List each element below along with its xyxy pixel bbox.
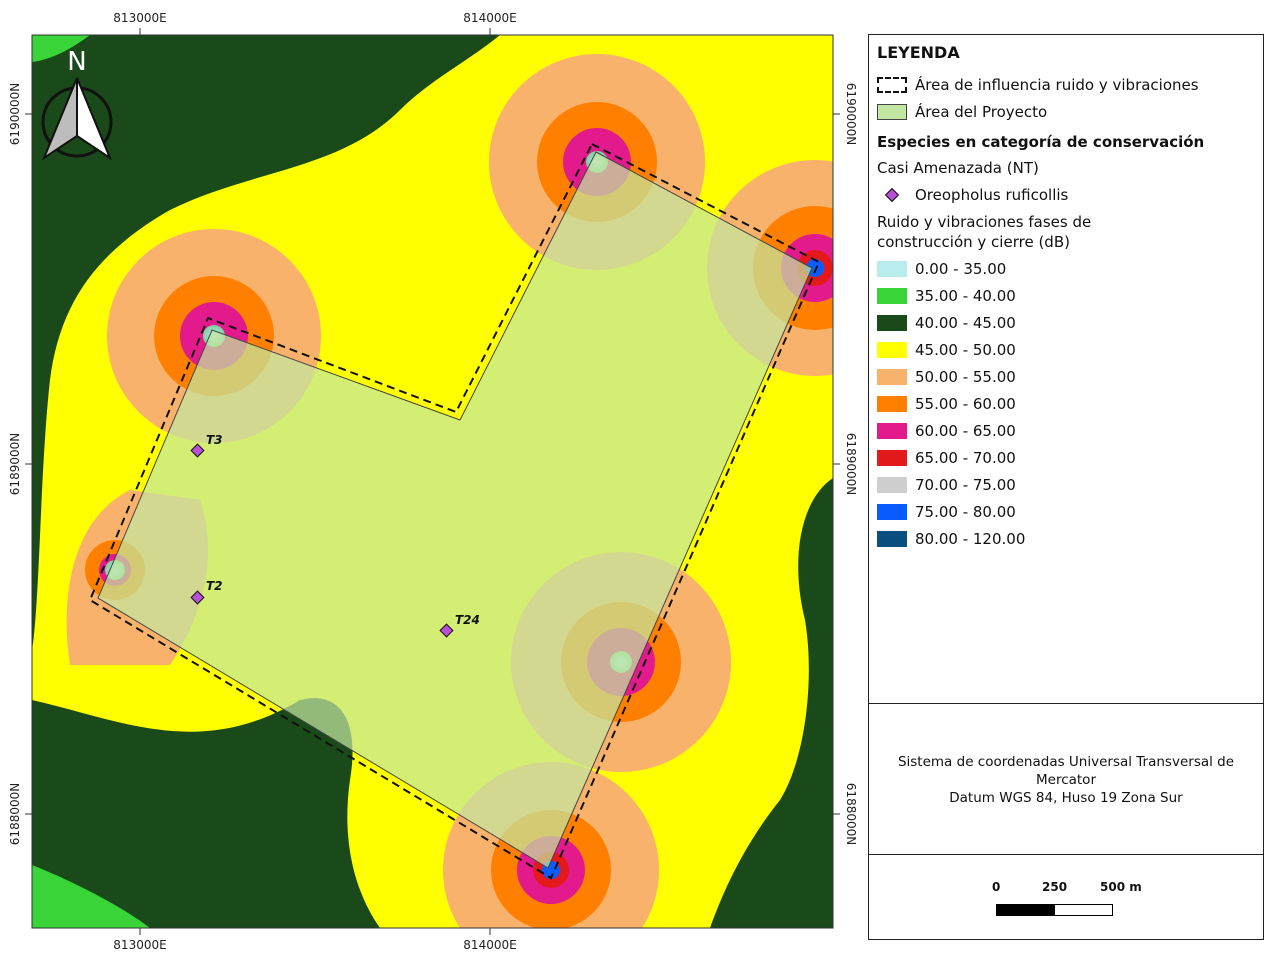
- legend-label: Oreopholus ruficollis: [915, 185, 1069, 204]
- class-swatch: [877, 503, 907, 520]
- north-label: N: [67, 47, 86, 77]
- x-tick-label: 814000E: [463, 11, 516, 25]
- legend-item-noise-class: 35.00 - 40.00: [877, 282, 1255, 309]
- legend-label: Área de influencia ruido y vibraciones: [915, 75, 1199, 94]
- crs-info: Sistema de coordenadas Universal Transve…: [869, 703, 1263, 855]
- class-swatch: [877, 449, 907, 466]
- legend-label: 40.00 - 45.00: [915, 313, 1016, 332]
- legend-item-noise-class: 75.00 - 80.00: [877, 498, 1255, 525]
- class-swatch: [877, 530, 907, 547]
- point-label: T2: [206, 579, 223, 593]
- legend-item-noise-class: 55.00 - 60.00: [877, 390, 1255, 417]
- noise-raster: [32, 35, 833, 928]
- noise-heading: Ruido y vibraciones fases de construcció…: [877, 213, 1092, 251]
- dashed-box-icon: [877, 76, 907, 93]
- crs-line: Datum WGS 84, Huso 19 Zona Sur: [949, 789, 1183, 806]
- legend-item-noise-class: 0.00 - 35.00: [877, 255, 1255, 282]
- legend-item-influence: Área de influencia ruido y vibraciones: [877, 71, 1255, 98]
- legend-item-noise-class: 80.00 - 120.00: [877, 525, 1255, 552]
- noise-map[interactable]: 813000E 814000E 813000E 814000E 6190000N…: [0, 0, 860, 960]
- legend-item-noise-class: 45.00 - 50.00: [877, 336, 1255, 363]
- legend-item-noise-class: 40.00 - 45.00: [877, 309, 1255, 336]
- class-swatch: [877, 341, 907, 358]
- scalebar-label: 250: [1042, 880, 1068, 894]
- x-tick-label: 813000E: [113, 938, 166, 952]
- scalebar: 0 250 500 m: [869, 854, 1263, 940]
- species-heading: Especies en categoría de conservación: [877, 133, 1205, 151]
- legend-label: 75.00 - 80.00: [915, 502, 1016, 521]
- legend-label: 50.00 - 55.00: [915, 367, 1016, 386]
- class-swatch: [877, 476, 907, 493]
- legend: LEYENDA Área de influencia ruido y vibra…: [869, 35, 1263, 703]
- diamond-icon: [877, 187, 907, 203]
- point-label: T3: [206, 433, 223, 447]
- legend-label: 65.00 - 70.00: [915, 448, 1016, 467]
- scalebar-label: 0: [992, 880, 1001, 894]
- y-tick-label: 6190000N: [8, 83, 22, 145]
- legend-label: 80.00 - 120.00: [915, 529, 1026, 548]
- class-swatch: [877, 368, 907, 385]
- legend-panel: LEYENDA Área de influencia ruido y vibra…: [868, 34, 1264, 940]
- y-tick-label: 6189000N: [8, 433, 22, 495]
- scalebar-segment: [1054, 904, 1113, 916]
- legend-label: 45.00 - 50.00: [915, 340, 1016, 359]
- x-tick-label: 814000E: [463, 938, 516, 952]
- y-tick-label: 6189000N: [844, 433, 858, 495]
- legend-label: 70.00 - 75.00: [915, 475, 1016, 494]
- class-swatch: [877, 287, 907, 304]
- scalebar-label: 500 m: [1100, 880, 1142, 894]
- class-swatch: [877, 260, 907, 277]
- legend-item-noise-class: 65.00 - 70.00: [877, 444, 1255, 471]
- category-label: Casi Amenazada (NT): [877, 159, 1039, 177]
- legend-label: 35.00 - 40.00: [915, 286, 1016, 305]
- legend-label: 0.00 - 35.00: [915, 259, 1007, 278]
- project-swatch: [877, 103, 907, 120]
- y-tick-label: 6190000N: [844, 83, 858, 145]
- legend-item-noise-class: 50.00 - 55.00: [877, 363, 1255, 390]
- legend-label: 55.00 - 60.00: [915, 394, 1016, 413]
- x-tick-label: 813000E: [113, 11, 166, 25]
- legend-item-noise-class: 60.00 - 65.00: [877, 417, 1255, 444]
- legend-item-project: Área del Proyecto: [877, 98, 1255, 125]
- legend-label: 60.00 - 65.00: [915, 421, 1016, 440]
- legend-title: LEYENDA: [877, 43, 960, 62]
- class-swatch: [877, 395, 907, 412]
- y-tick-label: 6188000N: [844, 783, 858, 845]
- legend-label: Área del Proyecto: [915, 102, 1048, 121]
- class-swatch: [877, 314, 907, 331]
- legend-item-species: Oreopholus ruficollis: [877, 181, 1255, 208]
- legend-item-noise-class: 70.00 - 75.00: [877, 471, 1255, 498]
- scalebar-segment: [996, 904, 1054, 916]
- y-tick-label: 6188000N: [8, 783, 22, 845]
- class-swatch: [877, 422, 907, 439]
- point-label: T24: [455, 613, 480, 627]
- crs-line: Sistema de coordenadas Universal Transve…: [897, 753, 1235, 788]
- noise-class-list: 0.00 - 35.00 35.00 - 40.00 40.00 - 45.00 45…: [877, 255, 1255, 552]
